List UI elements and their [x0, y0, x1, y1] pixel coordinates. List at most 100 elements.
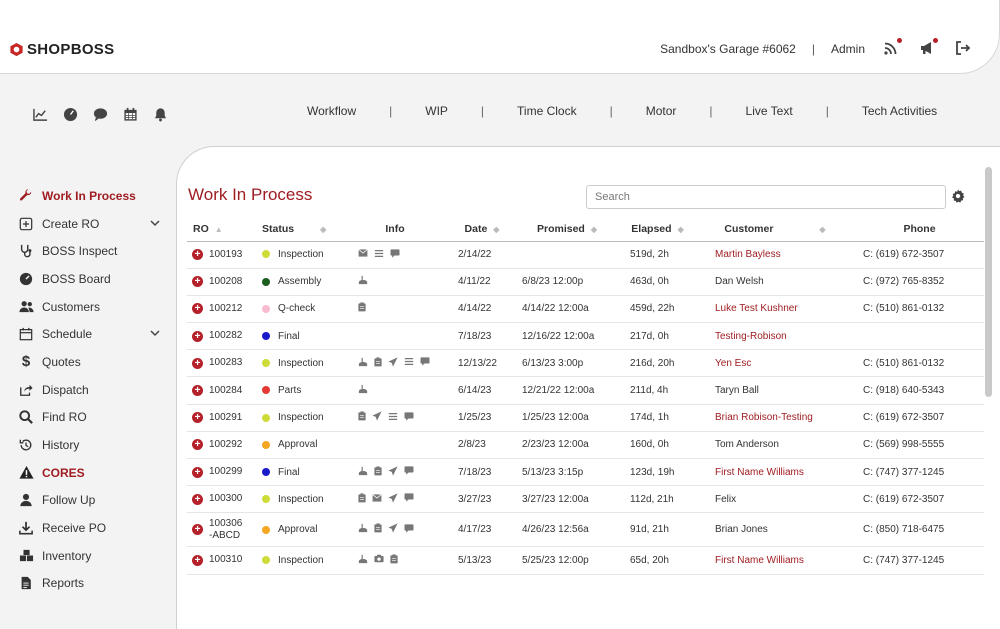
cell-customer[interactable]: Luke Test Kushner [695, 295, 855, 324]
customer-name[interactable]: First Name Williams [715, 467, 804, 478]
ro-number[interactable]: 100310 [209, 554, 242, 566]
sidebar-item-find-ro[interactable]: Find RO [18, 404, 166, 432]
nav-workflow[interactable]: Workflow [307, 104, 356, 118]
customer-name[interactable]: Testing-Robison [715, 331, 787, 342]
nav-time-clock[interactable]: Time Clock [517, 104, 577, 118]
shop-name[interactable]: Sandbox's Garage #6062 [660, 42, 796, 56]
customer-name[interactable]: Luke Test Kushner [715, 303, 798, 314]
envelope-icon[interactable] [358, 249, 368, 259]
clipboard-icon[interactable] [374, 523, 382, 535]
clipboard-icon[interactable] [374, 357, 382, 369]
customer-name[interactable]: Martin Bayless [715, 249, 781, 260]
sort-arrow-icon[interactable]: ◆ [320, 225, 326, 234]
cell-status[interactable]: Inspection [245, 546, 340, 575]
clipboard-icon[interactable] [374, 466, 382, 478]
sort-arrow-icon[interactable]: ◆ [493, 225, 499, 234]
vertical-scrollbar[interactable] [985, 167, 992, 397]
list-icon[interactable] [388, 412, 398, 423]
camera-icon[interactable] [374, 554, 384, 565]
cell-status[interactable]: Approval [245, 431, 340, 460]
expand-row-icon[interactable]: + [192, 524, 203, 536]
rss-feed-icon[interactable] [883, 38, 902, 58]
cell-customer[interactable]: Yen Esc [695, 349, 855, 378]
sidebar-item-receive-po[interactable]: Receive PO [18, 514, 166, 542]
cell-customer[interactable]: Testing-Robison [695, 322, 855, 351]
nav-motor[interactable]: Motor [646, 104, 677, 118]
cell-status[interactable]: Final [245, 458, 340, 487]
column-header-customer[interactable]: Customer ◆ [695, 217, 855, 242]
send-icon[interactable] [388, 357, 398, 369]
cell-status[interactable]: Parts [245, 376, 340, 405]
comment-icon[interactable] [404, 493, 414, 504]
table-row[interactable]: +100283 Inspection 12/13/22 6/13/23 3:00p 21… [187, 349, 984, 378]
tech-icon[interactable] [358, 466, 368, 478]
customer-name[interactable]: Dan Welsh [715, 276, 764, 287]
comment-icon[interactable] [404, 466, 414, 477]
cell-customer[interactable]: Brian Jones [695, 512, 855, 548]
sidebar-item-boss-inspect[interactable]: BOSS Inspect [18, 237, 166, 265]
sidebar-item-cores[interactable]: CORES [18, 459, 166, 487]
nav-live-text[interactable]: Live Text [746, 104, 793, 118]
ro-number[interactable]: 100284 [209, 385, 242, 397]
table-row[interactable]: +100306-ABCD Approval 4/17/23 4/26/23 12:56… [187, 512, 984, 548]
send-icon[interactable] [388, 466, 398, 478]
clipboard-icon[interactable] [358, 302, 366, 314]
cell-customer[interactable]: Brian Robison-Testing [695, 404, 855, 432]
shopboss-logo[interactable]: SHOPBOSS [9, 41, 114, 58]
customer-name[interactable]: Taryn Ball [715, 385, 759, 396]
nav-wip[interactable]: WIP [425, 104, 448, 118]
cell-status[interactable]: Inspection [245, 349, 340, 378]
ro-number[interactable]: 100306-ABCD [209, 518, 245, 542]
sidebar-item-reports[interactable]: Reports [18, 570, 166, 598]
search-input[interactable] [586, 185, 946, 209]
chevron-down-icon[interactable] [150, 218, 160, 228]
tech-icon[interactable] [358, 523, 368, 535]
cell-customer[interactable]: Tom Anderson [695, 431, 855, 460]
column-header-status[interactable]: Status ◆ [245, 217, 340, 242]
sidebar-item-create-ro[interactable]: Create RO [18, 210, 166, 238]
cell-status[interactable]: Q-check [245, 295, 340, 324]
cell-customer[interactable]: Dan Welsh [695, 268, 855, 296]
clipboard-icon[interactable] [390, 554, 398, 566]
gear-icon[interactable] [951, 189, 965, 203]
sort-arrow-icon[interactable]: ▲ [215, 225, 223, 234]
customer-name[interactable]: Felix [715, 494, 736, 505]
table-row[interactable]: +100310 Inspection 5/13/23 5/25/23 12:00p 65… [187, 546, 984, 575]
sidebar-item-work-in-process[interactable]: Work In Process [18, 182, 166, 210]
ro-number[interactable]: 100291 [209, 412, 242, 424]
table-row[interactable]: +100284 Parts 6/14/23 12/21/22 12:00a 211d, … [187, 376, 984, 405]
expand-row-icon[interactable]: + [192, 412, 203, 424]
send-icon[interactable] [388, 523, 398, 535]
sort-arrow-icon[interactable]: ◆ [819, 225, 825, 234]
table-row[interactable]: +100212 Q-check 4/14/22 4/14/22 12:00a 459d,… [187, 295, 984, 324]
sidebar-item-history[interactable]: History [18, 431, 166, 459]
user-menu[interactable]: Admin [831, 42, 865, 56]
comment-icon[interactable] [404, 524, 414, 535]
clipboard-icon[interactable] [358, 493, 366, 505]
cell-status[interactable]: Inspection [245, 404, 340, 432]
nav-tech-activities[interactable]: Tech Activities [862, 104, 937, 118]
customer-name[interactable]: First Name Williams [715, 555, 804, 566]
sidebar-item-follow-up[interactable]: Follow Up [18, 487, 166, 515]
column-header-ro[interactable]: RO ▲ [187, 217, 245, 242]
tech-icon[interactable] [358, 554, 368, 566]
logout-icon[interactable] [955, 40, 973, 58]
column-header-phone[interactable]: Phone [855, 217, 984, 242]
sidebar-item-inventory[interactable]: Inventory [18, 542, 166, 570]
bell-icon[interactable] [153, 107, 169, 123]
comment-icon[interactable] [420, 357, 430, 368]
expand-row-icon[interactable]: + [192, 303, 203, 315]
sort-arrow-icon[interactable]: ◆ [678, 225, 684, 234]
expand-row-icon[interactable]: + [192, 439, 203, 451]
column-header-promised[interactable]: Promised ◆ [514, 217, 620, 242]
sidebar-item-quotes[interactable]: $ Quotes [18, 348, 166, 376]
list-icon[interactable] [374, 249, 384, 260]
cell-status[interactable]: Assembly [245, 268, 340, 296]
cell-status[interactable]: Inspection [245, 241, 340, 269]
customer-name[interactable]: Yen Esc [715, 358, 751, 369]
ro-number[interactable]: 100208 [209, 276, 242, 288]
table-row[interactable]: +100282 Final 7/18/23 12/16/22 12:00a 217d, … [187, 322, 984, 351]
ro-number[interactable]: 100300 [209, 493, 242, 505]
sidebar-item-dispatch[interactable]: Dispatch [18, 376, 166, 404]
column-header-date[interactable]: Date ◆ [450, 217, 514, 242]
